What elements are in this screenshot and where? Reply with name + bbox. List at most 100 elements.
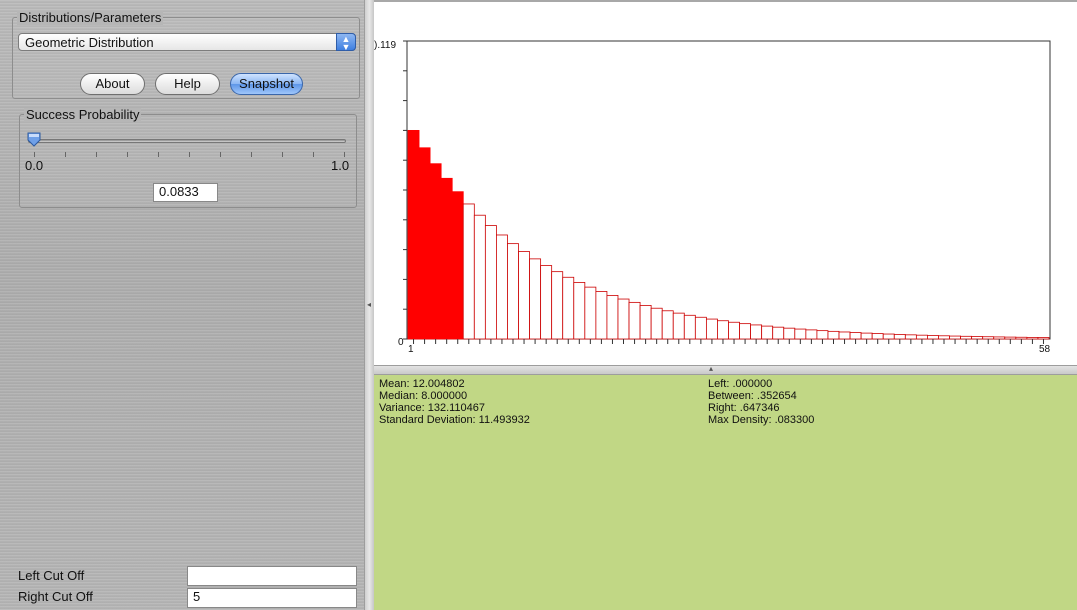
bar xyxy=(882,333,895,340)
slider-tick xyxy=(189,152,190,157)
bar xyxy=(540,265,553,340)
distribution-chart: ).119 0 1 58 xyxy=(374,40,1051,355)
bar xyxy=(1004,336,1017,340)
slider-tick xyxy=(220,152,221,157)
slider-tick xyxy=(96,152,97,157)
bar xyxy=(949,335,961,340)
left-cutoff-label: Left Cut Off xyxy=(18,568,85,583)
bar xyxy=(661,310,674,340)
bar xyxy=(982,336,995,340)
statistics-panel: Mean: 12.004802 Median: 8.000000 Varianc… xyxy=(374,375,1077,610)
slider-tick xyxy=(251,152,252,157)
snapshot-button[interactable]: Snapshot xyxy=(230,73,303,95)
bar xyxy=(650,307,663,340)
bar xyxy=(938,335,950,340)
bar xyxy=(860,332,873,340)
slider-tick xyxy=(158,152,159,157)
bar xyxy=(551,271,564,340)
stat-right: Right: .647346 xyxy=(708,402,780,414)
bar xyxy=(871,333,884,340)
bar xyxy=(993,336,1006,340)
left-cutoff-field[interactable] xyxy=(187,566,357,586)
bar xyxy=(805,329,818,340)
bar xyxy=(772,326,785,340)
bar xyxy=(1015,336,1028,340)
bar xyxy=(927,335,939,340)
bar xyxy=(573,282,586,340)
bar xyxy=(971,336,984,340)
slider-tick xyxy=(313,152,314,157)
bar xyxy=(904,334,917,340)
bar xyxy=(518,251,530,340)
bar xyxy=(507,243,519,340)
probability-slider-track[interactable] xyxy=(28,139,346,143)
bar xyxy=(717,320,729,340)
bar xyxy=(849,332,862,340)
bar xyxy=(739,323,751,340)
bar xyxy=(606,295,619,340)
vertical-splitter[interactable]: ◂ xyxy=(364,0,374,610)
stat-median: Median: 8.000000 xyxy=(379,390,468,402)
bar xyxy=(407,129,420,340)
bar xyxy=(595,291,608,340)
bar xyxy=(628,301,641,340)
slider-max-label: 1.0 xyxy=(331,158,350,173)
bar xyxy=(484,225,497,340)
bar xyxy=(462,203,475,340)
stat-between: Between: .352654 xyxy=(708,390,797,402)
slider-tick xyxy=(282,152,283,157)
bar xyxy=(827,330,840,340)
bar xyxy=(728,321,740,340)
x-axis-ticks xyxy=(413,339,1044,344)
slider-min-label: 0.0 xyxy=(25,158,44,173)
bar xyxy=(440,177,453,340)
stat-mean: Mean: 12.004802 xyxy=(379,378,465,390)
bar xyxy=(683,314,696,340)
slider-tick xyxy=(127,152,128,157)
about-button[interactable]: About xyxy=(80,73,145,95)
help-button[interactable]: Help xyxy=(155,73,220,95)
bar xyxy=(496,234,508,340)
bar xyxy=(750,324,763,340)
stat-max-density: Max Density: .083300 xyxy=(708,414,815,426)
distribution-select-value: Geometric Distribution xyxy=(25,35,154,50)
right-cutoff-label: Right Cut Off xyxy=(18,589,93,604)
select-arrows-icon: ▲ ▼ xyxy=(336,33,356,52)
horizontal-splitter[interactable]: ▴ xyxy=(374,364,1077,375)
distributions-group-title: Distributions/Parameters xyxy=(17,10,164,25)
slider-tick xyxy=(34,152,35,157)
probability-slider-thumb[interactable] xyxy=(26,131,42,147)
chart-area: ).119 0 1 58 xyxy=(374,0,1077,365)
bar xyxy=(562,276,575,340)
bar xyxy=(584,286,597,340)
splitter-grip-icon: ◂ xyxy=(367,300,372,309)
bar xyxy=(893,334,906,340)
probability-value-field[interactable]: 0.0833 xyxy=(153,183,218,202)
bar xyxy=(960,335,973,340)
y-zero-label: 0 xyxy=(398,337,404,348)
stat-variance: Variance: 132.110467 xyxy=(379,402,486,414)
bar xyxy=(794,328,807,340)
x-end-label: 58 xyxy=(1039,344,1051,355)
bar xyxy=(1037,337,1050,340)
stat-left: Left: .000000 xyxy=(708,378,773,390)
bar xyxy=(705,318,718,340)
stat-standard-deviation: Standard Deviation: 11.493932 xyxy=(379,414,530,426)
bar xyxy=(418,147,431,340)
x-start-label: 1 xyxy=(408,344,414,355)
success-probability-title: Success Probability xyxy=(24,107,142,122)
y-max-label: ).119 xyxy=(374,40,396,51)
bar xyxy=(1026,336,1039,340)
bar xyxy=(639,305,652,340)
distribution-select[interactable]: Geometric Distribution ▲ ▼ xyxy=(18,33,356,52)
slider-tick xyxy=(65,152,66,157)
bar xyxy=(617,298,630,340)
bar xyxy=(761,325,774,340)
bar xyxy=(451,191,464,340)
right-cutoff-field[interactable]: 5 xyxy=(187,588,357,608)
splitter-grip-icon: ▴ xyxy=(709,364,714,373)
bar xyxy=(915,334,928,340)
bar xyxy=(694,316,707,340)
slider-tick xyxy=(344,152,345,157)
left-panel: Distributions/Parameters Geometric Distr… xyxy=(0,0,364,610)
